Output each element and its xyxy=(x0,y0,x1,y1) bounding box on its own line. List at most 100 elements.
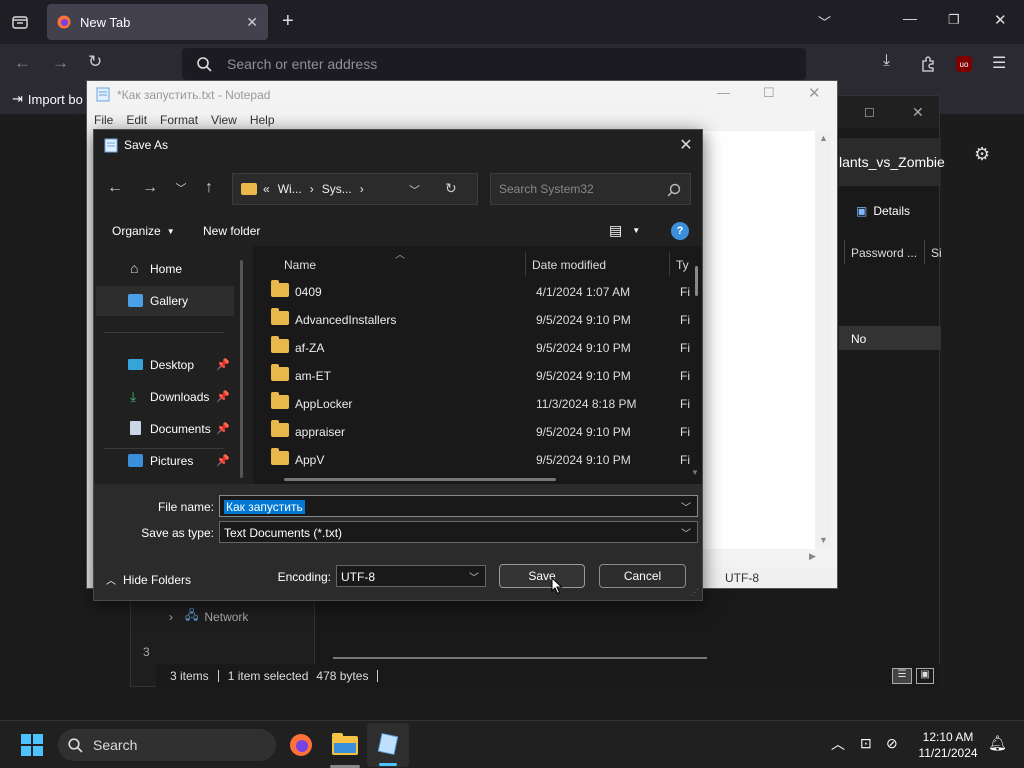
scroll-down-icon[interactable]: ▼ xyxy=(691,468,699,477)
menu-format[interactable]: Format xyxy=(160,113,198,127)
explorer-tab[interactable]: lants_vs_Zombie xyxy=(839,138,945,186)
explorer-maximize-icon[interactable]: ☐ xyxy=(864,106,875,120)
network-offline-icon[interactable]: ⊘ xyxy=(886,735,898,752)
menu-help[interactable]: Help xyxy=(250,113,275,127)
back-button[interactable]: ← xyxy=(102,175,128,201)
import-bookmarks-button[interactable]: ⇥ Import bo xyxy=(12,91,83,107)
column-password[interactable]: Password ... xyxy=(851,246,917,260)
save-button[interactable]: Save xyxy=(499,564,585,588)
help-icon[interactable]: ? xyxy=(671,222,689,240)
back-icon[interactable]: ← xyxy=(14,53,31,73)
hide-folders-button[interactable]: ︿ Hide Folders xyxy=(106,572,191,588)
reload-icon[interactable]: ↻ xyxy=(88,52,102,72)
notepad-taskbar-button[interactable] xyxy=(367,723,409,767)
close-window-icon[interactable]: ✕ xyxy=(994,11,1007,29)
file-row[interactable]: 0409 4/1/2024 1:07 AM Fi xyxy=(263,277,690,305)
forward-icon[interactable]: → xyxy=(52,53,69,73)
dialog-close-button[interactable]: ✕ xyxy=(676,136,696,154)
show-hidden-icons-icon[interactable]: ︿ xyxy=(831,734,845,754)
address-dropdown-icon[interactable]: ﹀ xyxy=(409,182,420,198)
notepad-vscroll[interactable]: ▲ ▼ xyxy=(815,131,831,549)
file-name: af-ZA xyxy=(295,341,325,355)
file-row[interactable]: am-ET 9/5/2024 9:10 PM Fi xyxy=(263,361,690,389)
minimize-icon[interactable]: — xyxy=(903,10,917,26)
taskbar: Search ︿ ⊡ ⊘ 12:10 AM 11/21/2024 🔔︎ xyxy=(0,720,1024,768)
nav-desktop[interactable]: Desktop 📌 xyxy=(96,350,234,380)
tiles-view-icon[interactable]: ▣ xyxy=(916,668,934,684)
file-name-input[interactable]: Как запустить ﹀ xyxy=(219,495,698,517)
nav-gallery[interactable]: Gallery xyxy=(96,286,234,316)
new-folder-button[interactable]: New folder xyxy=(203,224,260,238)
taskbar-search[interactable]: Search xyxy=(58,729,276,761)
nav-home[interactable]: ⌂ Home xyxy=(96,254,234,284)
desktop-icon xyxy=(128,359,143,370)
scroll-down-icon[interactable]: ▼ xyxy=(819,535,828,545)
nav-downloads[interactable]: ⤓ Downloads 📌 xyxy=(96,382,234,412)
menu-icon[interactable]: ☰ xyxy=(992,53,1006,73)
browser-tab-new-tab[interactable]: New Tab ✕ xyxy=(47,4,268,40)
scroll-up-icon[interactable]: ▲ xyxy=(819,133,828,143)
nav-documents[interactable]: Documents 📌 xyxy=(96,414,234,444)
nav-divider xyxy=(104,332,224,333)
taskbar-clock[interactable]: 12:10 AM 11/21/2024 xyxy=(913,729,983,761)
save-as-type-select[interactable]: Text Documents (*.txt) ﹀ xyxy=(219,521,698,543)
downloads-icon[interactable]: ⤓ xyxy=(883,52,890,70)
nav-network[interactable]: › 🖧 Network xyxy=(169,606,248,627)
firefox-taskbar-icon[interactable] xyxy=(289,733,313,757)
menu-edit[interactable]: Edit xyxy=(126,113,147,127)
resize-grip-icon[interactable]: ⋰ xyxy=(691,588,699,597)
organize-button[interactable]: Organize ▼ xyxy=(112,224,175,238)
notification-bell-icon[interactable]: 🔔︎ xyxy=(988,734,1007,752)
column-name[interactable]: Name xyxy=(284,258,316,272)
forward-button[interactable]: → xyxy=(137,175,163,201)
breadcrumb-system32[interactable]: Sys... xyxy=(322,182,352,196)
nav-pane-scrollbar[interactable] xyxy=(240,260,243,478)
dialog-title: Save As xyxy=(124,138,169,152)
menu-view[interactable]: View xyxy=(211,113,237,127)
file-row[interactable]: af-ZA 9/5/2024 9:10 PM Fi xyxy=(263,333,690,361)
explorer-hscroll[interactable] xyxy=(333,657,707,659)
search-input[interactable]: Search System32 xyxy=(490,173,691,205)
details-pane-button[interactable]: ▣ Details xyxy=(856,204,910,218)
view-options-button[interactable]: ▤ ▼ xyxy=(609,222,640,239)
refresh-icon[interactable]: ↻ xyxy=(445,180,457,197)
file-row[interactable]: AppLocker 11/3/2024 8:18 PM Fi xyxy=(263,389,690,417)
details-view-icon[interactable]: ☰ xyxy=(892,668,912,684)
file-list-vscroll[interactable] xyxy=(695,266,698,296)
notepad-minimize-icon[interactable]: — xyxy=(717,85,730,100)
file-list-hscroll[interactable] xyxy=(284,478,556,481)
display-icon[interactable]: ⊡ xyxy=(860,735,872,752)
explorer-close-icon[interactable]: ✕ xyxy=(912,104,924,121)
notepad-close-icon[interactable]: ✕ xyxy=(808,84,821,102)
column-size[interactable]: Si xyxy=(931,246,942,260)
file-row[interactable]: appraiser 9/5/2024 9:10 PM Fi xyxy=(263,417,690,445)
recent-locations-button[interactable]: ﹀ xyxy=(168,175,194,201)
column-date-modified[interactable]: Date modified xyxy=(532,258,606,272)
encoding-select[interactable]: UTF-8 ﹀ xyxy=(336,565,486,587)
file-row[interactable]: AdvancedInstallers 9/5/2024 9:10 PM Fi xyxy=(263,305,690,333)
url-bar[interactable]: Search or enter address xyxy=(182,48,806,80)
notepad-maximize-icon[interactable]: ☐ xyxy=(763,85,775,101)
file-type: Fi xyxy=(680,425,690,439)
chevron-down-icon[interactable]: ﹀ xyxy=(818,12,831,31)
chevron-down-icon[interactable]: ﹀ xyxy=(681,499,691,514)
file-row[interactable]: AppV 9/5/2024 9:10 PM Fi xyxy=(263,445,690,473)
address-bar[interactable]: « Wi... › Sys... › ﹀ ↻ xyxy=(232,173,478,205)
new-tab-icon[interactable]: + xyxy=(282,10,294,33)
close-tab-icon[interactable]: ✕ xyxy=(246,14,258,31)
column-type[interactable]: Ty xyxy=(676,258,689,272)
scroll-right-icon[interactable]: ▶ xyxy=(809,551,816,562)
extensions-icon[interactable] xyxy=(920,56,936,72)
tab-list-icon[interactable] xyxy=(12,14,28,30)
menu-file[interactable]: File xyxy=(94,113,113,127)
cancel-button[interactable]: Cancel xyxy=(599,564,686,588)
selected-row[interactable]: No xyxy=(839,326,941,350)
nav-pictures[interactable]: Pictures 📌 xyxy=(96,446,234,476)
ublock-icon[interactable]: uo xyxy=(956,56,972,72)
windows-start-icon[interactable] xyxy=(21,734,43,756)
breadcrumb-windows[interactable]: Wi... xyxy=(278,182,302,196)
up-button[interactable]: ↑ xyxy=(196,175,222,201)
gear-icon[interactable]: ⚙ xyxy=(974,144,990,165)
restore-icon[interactable]: ❐ xyxy=(948,12,960,28)
file-explorer-taskbar-icon[interactable] xyxy=(332,733,358,755)
